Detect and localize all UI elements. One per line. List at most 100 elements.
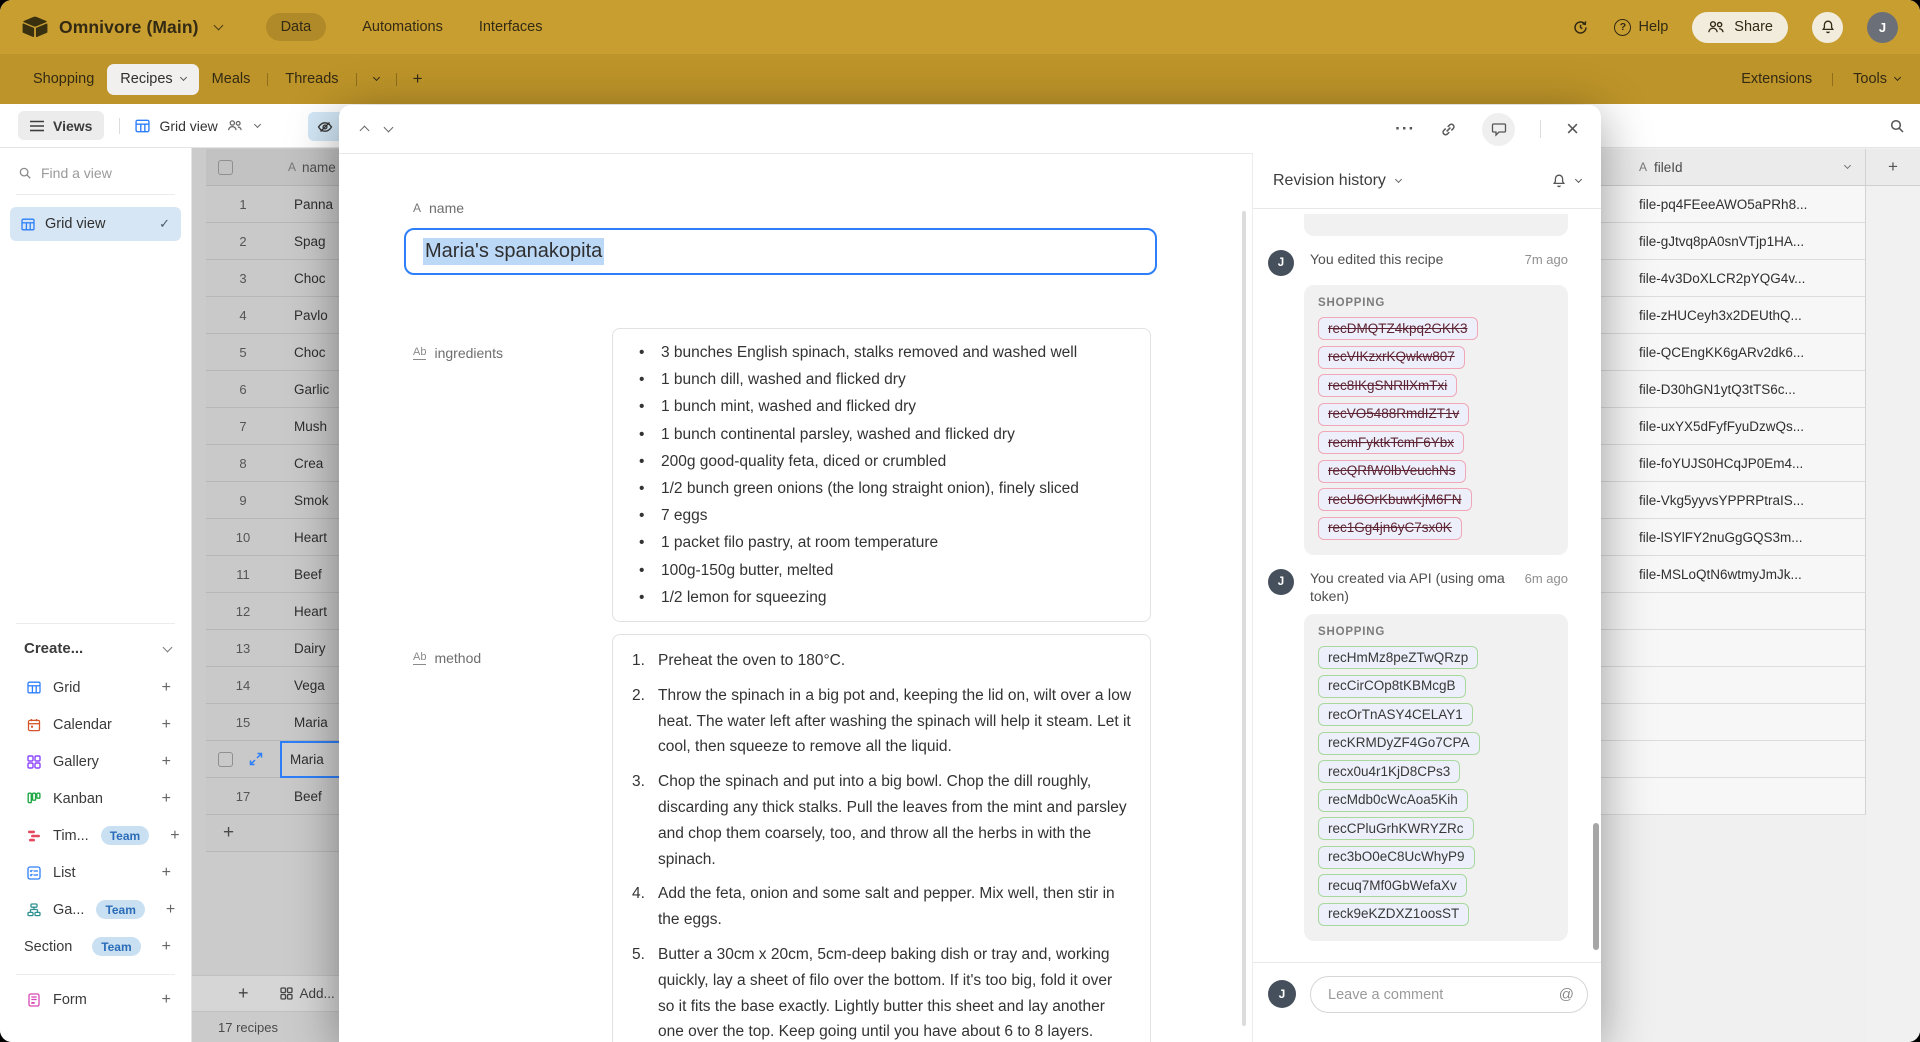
fileid-cell[interactable]: file-QCEngKK6gARv2dk6... (1601, 334, 1866, 371)
fileid-cell[interactable] (1601, 630, 1866, 667)
tab-separator (267, 73, 268, 86)
comment-text-input[interactable] (1328, 987, 1559, 1003)
fileid-cell[interactable]: file-lSYlFY2nuGgGQS3m... (1601, 519, 1866, 556)
create-item-label: Ga... (53, 902, 84, 918)
add-view-button[interactable]: + (162, 790, 171, 808)
method-field-value[interactable]: Preheat the oven to 180°C.Throw the spin… (612, 634, 1151, 1042)
fileid-cell[interactable]: file-D30hGN1ytQ3tTS6c... (1601, 371, 1866, 408)
comment-input[interactable]: @ (1310, 976, 1588, 1013)
fileid-cell[interactable]: file-zHUCeyh3x2DEUthQ... (1601, 297, 1866, 334)
create-item-list[interactable]: List + (0, 854, 191, 891)
fileid-cell[interactable]: file-pq4FEeeAWO5aPRh8... (1601, 186, 1866, 223)
create-item-section[interactable]: Section Team + (0, 928, 191, 965)
user-avatar[interactable]: J (1867, 12, 1898, 43)
tab-recipes[interactable]: Recipes (107, 64, 198, 95)
tab-meals[interactable]: Meals (199, 54, 264, 104)
question-icon: ? (1614, 19, 1631, 36)
fileid-cell[interactable]: file-gJtvq8pA0snVTjp1HA... (1601, 223, 1866, 260)
find-view-input[interactable] (41, 165, 153, 181)
add-view-button[interactable]: + (162, 716, 171, 734)
add-view-button[interactable]: + (170, 827, 179, 845)
fileid-cell[interactable]: file-4v3DoXLCR2pYQG4v... (1601, 260, 1866, 297)
views-toggle-button[interactable]: Views (18, 111, 104, 140)
ingredient-item: 1 bunch mint, washed and flicked dry (631, 393, 1132, 420)
add-view-button[interactable]: + (166, 901, 175, 919)
fileid-cell[interactable] (1601, 778, 1866, 815)
select-all-checkbox[interactable] (218, 160, 233, 175)
tab-shopping[interactable]: Shopping (20, 54, 107, 104)
comments-toggle-icon[interactable] (1482, 113, 1515, 146)
create-item-label: Form (53, 992, 87, 1008)
row-number: 17 (206, 789, 280, 804)
search-icon[interactable] (1889, 118, 1905, 134)
views-label: Views (53, 118, 92, 134)
tools-button[interactable]: Tools (1853, 71, 1900, 87)
name-column-header[interactable]: name (302, 160, 336, 175)
ingredient-item: 1 bunch continental parsley, washed and … (631, 421, 1132, 448)
record-id-pill-removed: rec8IKgSNRllXmTxi (1318, 374, 1457, 397)
create-item-gallery[interactable]: Gallery + (0, 743, 191, 780)
watch-record-button[interactable] (1551, 173, 1581, 189)
nav-data[interactable]: Data (266, 13, 327, 41)
content-scrollbar[interactable] (1242, 211, 1246, 1026)
share-button[interactable]: Share (1692, 12, 1788, 43)
previous-record-button[interactable] (360, 126, 370, 136)
chevron-down-icon (163, 642, 173, 652)
sidebar-item-grid-view[interactable]: Grid view ✓ (10, 207, 181, 241)
fileid-cell[interactable] (1601, 667, 1866, 704)
create-header[interactable]: Create... (0, 628, 191, 669)
fileid-cell[interactable]: file-uxYX5dFyfFyuDzwQs... (1601, 408, 1866, 445)
revision-history-selector[interactable]: Revision history (1273, 172, 1401, 190)
row-checkbox[interactable] (218, 752, 233, 767)
nav-interfaces[interactable]: Interfaces (479, 19, 543, 35)
fileid-cell[interactable] (1601, 741, 1866, 778)
add-view-button[interactable]: + (162, 938, 171, 956)
add-record-button[interactable]: + (238, 983, 249, 1004)
more-options-icon[interactable]: ··· (1395, 119, 1415, 139)
add-extension-label[interactable]: Add... (300, 986, 335, 1001)
panel-scrollbar[interactable] (1593, 823, 1599, 950)
fileid-cell[interactable]: file-Vkg5yyvsYPPRPtraIS... (1601, 482, 1866, 519)
fileid-cell[interactable] (1601, 704, 1866, 741)
ingredients-field-value[interactable]: 3 bunches English spinach, stalks remove… (612, 328, 1151, 622)
add-table-button[interactable]: + (413, 69, 423, 89)
record-id-pill-removed: recQRfW0lbVeuchNs (1318, 460, 1466, 483)
name-field-input[interactable]: Maria's spanakopita (404, 228, 1157, 275)
add-view-button[interactable]: + (162, 753, 171, 771)
create-item-timeline[interactable]: Tim... Team + (0, 817, 191, 854)
create-item-gantt[interactable]: Ga... Team + (0, 891, 191, 928)
history-icon[interactable] (1571, 18, 1590, 37)
base-switcher[interactable]: Omnivore (Main) (22, 16, 222, 38)
fileid-column-header[interactable]: A fileId (1601, 149, 1866, 186)
revision-list[interactable]: J You edited this recipe 7m ago SHOPPING… (1253, 210, 1601, 962)
add-view-button[interactable]: + (162, 991, 171, 1009)
expand-record-icon[interactable] (249, 752, 263, 766)
help-button[interactable]: ? Help (1614, 19, 1668, 36)
create-item-form[interactable]: Form + (0, 981, 191, 1018)
nav-automations[interactable]: Automations (362, 19, 443, 35)
extensions-button[interactable]: Extensions (1741, 71, 1812, 87)
close-icon[interactable]: × (1566, 118, 1579, 140)
notifications-button[interactable] (1812, 12, 1843, 43)
create-item-kanban[interactable]: Kanban + (0, 780, 191, 817)
fileid-cell[interactable]: file-MSLoQtN6wtmyJmJk... (1601, 556, 1866, 593)
record-count: 17 recipes (192, 1013, 339, 1042)
add-view-button[interactable]: + (162, 864, 171, 882)
row-number: 4 (206, 308, 280, 323)
ingredient-item: 7 eggs (631, 502, 1132, 529)
add-view-button[interactable]: + (162, 679, 171, 697)
mention-icon[interactable]: @ (1559, 986, 1574, 1003)
fileid-cell[interactable] (1601, 593, 1866, 630)
create-item-calendar[interactable]: Calendar + (0, 706, 191, 743)
create-item-grid[interactable]: Grid + (0, 669, 191, 706)
tab-threads[interactable]: Threads (272, 54, 351, 104)
find-view-search[interactable] (0, 148, 191, 194)
add-field-button[interactable]: + (1866, 149, 1920, 186)
copy-record-link-icon[interactable] (1440, 121, 1457, 138)
next-record-button[interactable] (384, 123, 394, 133)
fileid-header-label: fileId (1654, 160, 1683, 175)
tab-separator (1832, 73, 1833, 86)
current-view-button[interactable]: Grid view (135, 118, 259, 134)
fileid-cell[interactable]: file-foYUJS0HCqJP0Em4... (1601, 445, 1866, 482)
table-list-chevron[interactable] (361, 54, 392, 104)
